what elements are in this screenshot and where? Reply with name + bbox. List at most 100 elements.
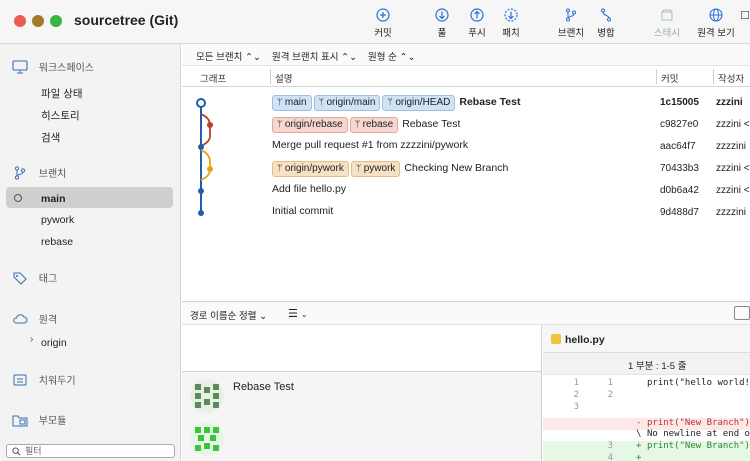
minimize-window-button[interactable] xyxy=(32,15,44,27)
commit-message: Rebase Test xyxy=(233,381,294,393)
all-branches-dropdown[interactable]: 모든 브랜치 ⌃⌄ xyxy=(196,49,261,63)
changed-files-list[interactable] xyxy=(182,325,542,371)
merge-icon xyxy=(601,8,611,22)
commit-label: 커밋 xyxy=(374,28,392,39)
filter-placeholder: 필터 xyxy=(25,446,42,456)
stash-icon xyxy=(661,9,673,21)
sidebar: 워크스페이스 파일 상태 히스토리 검색 브랜치 main pywork reb… xyxy=(0,44,181,461)
commit-author: zzzzini xyxy=(716,141,747,152)
commit-details: Rebase Test xyxy=(182,371,542,461)
branch-icon xyxy=(14,165,26,180)
branch-icon: ᛘ xyxy=(318,97,327,107)
commit-hash: 9d488d7 xyxy=(660,207,699,218)
sidebar-item-file-status[interactable]: 파일 상태 xyxy=(41,86,83,101)
commit-hash: c9827e0 xyxy=(660,119,699,130)
commit-author: zzzini xyxy=(716,97,743,108)
column-author[interactable]: 작성자 xyxy=(718,71,744,85)
column-commit[interactable]: 커밋 xyxy=(661,71,678,85)
commit-message: Checking New Branch xyxy=(404,162,509,174)
sidebar-section-tags[interactable]: 태그 xyxy=(12,270,57,285)
merge-button[interactable]: 병합 xyxy=(584,8,628,39)
commit-row[interactable]: Add file hello.py d0b6a42 zzzini < xyxy=(182,180,750,202)
commit-hash: d0b6a42 xyxy=(660,185,699,196)
fetch-button[interactable]: 패치 xyxy=(489,8,533,39)
stash-label: 스태시 xyxy=(653,28,681,39)
branch-tag[interactable]: ᛘ rebase xyxy=(349,117,399,133)
window-title: sourcetree (Git) xyxy=(74,12,179,28)
diff-line: 1 1 print("hello world!") xyxy=(573,378,750,388)
branch-tag[interactable]: ᛘ pywork xyxy=(350,161,401,177)
updown-chevron-icon: ⌃⌄ xyxy=(341,52,358,63)
search-icon xyxy=(12,447,21,456)
commit-message: Initial commit xyxy=(272,205,334,217)
column-description[interactable]: 설명 xyxy=(275,71,292,85)
avatar xyxy=(190,422,224,456)
toolbar-overflow-icon[interactable] xyxy=(740,8,750,25)
sort-by-path-dropdown[interactable]: 경로 이름순 정렬 ⌄ xyxy=(190,308,267,322)
main-panel: 모든 브랜치 ⌃⌄ 원격 브랜치 표시 ⌃⌄ 원형 순 ⌃⌄ 그래프 설명 커밋… xyxy=(182,44,750,461)
folder-icon xyxy=(12,415,28,426)
sidebar-section-stashes[interactable]: 치워두기 xyxy=(12,372,76,387)
sidebar-item-origin[interactable]: origin xyxy=(41,337,67,349)
pull-label: 풀 xyxy=(437,28,447,39)
branch-tag[interactable]: ᛘ origin/main xyxy=(313,95,381,111)
toggle-pane-button[interactable] xyxy=(734,306,750,320)
branch-tag[interactable]: ᛘ origin/HEAD xyxy=(382,95,456,111)
sidebar-item-pywork[interactable]: pywork xyxy=(41,214,74,226)
fetch-label: 패치 xyxy=(502,28,520,39)
diff-line: \ No newline at end o xyxy=(636,429,750,439)
branch-icon: ᛘ xyxy=(355,163,364,173)
chevron-right-icon[interactable]: › xyxy=(30,334,33,345)
diff-line: 22 xyxy=(573,390,613,400)
diff-line: 4 + xyxy=(543,453,750,461)
remote-view-label: 원격 보기 xyxy=(697,28,735,39)
diff-hunk-header: 1 부분 : 1-5 줄 xyxy=(543,353,750,375)
commit-message: Merge pull request #1 from zzzzini/pywor… xyxy=(272,139,469,151)
plus-circle-icon xyxy=(376,8,390,22)
diff-file-header: hello.py xyxy=(543,325,750,353)
commit-message: Rebase Test xyxy=(402,118,461,130)
sidebar-filter-input[interactable]: 필터 xyxy=(6,444,175,458)
zoom-window-button[interactable] xyxy=(50,15,62,27)
column-graph[interactable]: 그래프 xyxy=(200,71,226,85)
branch-tag[interactable]: ᛘ main xyxy=(272,95,312,111)
sidebar-item-history[interactable]: 히스토리 xyxy=(41,108,80,123)
branch-icon: ᛘ xyxy=(277,163,285,173)
commit-row[interactable]: Merge pull request #1 from zzzzini/pywor… xyxy=(182,136,750,158)
branch-icon: ᛘ xyxy=(277,119,285,129)
arrow-up-circle-icon xyxy=(470,8,484,22)
remote-view-button[interactable]: 원격 보기 xyxy=(694,8,738,39)
column-divider[interactable] xyxy=(270,69,271,84)
submodules-label: 부모듈 xyxy=(38,416,67,427)
arrow-down-circle-icon xyxy=(435,8,449,22)
commit-author: zzzzini xyxy=(716,207,747,218)
show-remote-branches-dropdown[interactable]: 원격 브랜치 표시 ⌃⌄ xyxy=(272,49,357,63)
sidebar-section-branches[interactable]: 브랜치 xyxy=(12,165,66,180)
commit-author: zzzini < xyxy=(716,185,750,196)
column-divider[interactable] xyxy=(713,69,714,84)
order-dropdown[interactable]: 원형 순 ⌃⌄ xyxy=(368,49,415,63)
branch-tag[interactable]: ᛘ origin/rebase xyxy=(272,117,348,133)
sidebar-item-search[interactable]: 검색 xyxy=(41,130,60,145)
sidebar-item-main[interactable]: main xyxy=(41,193,66,205)
sidebar-section-submodules[interactable]: 부모듈 xyxy=(12,412,66,427)
monitor-icon xyxy=(12,59,28,73)
commit-description: ᛘ origin/rebase ᛘ rebase Rebase Test xyxy=(272,117,460,133)
sidebar-section-remotes[interactable]: 원격 xyxy=(12,311,57,326)
diff-filename: hello.py xyxy=(565,334,605,346)
close-window-button[interactable] xyxy=(14,15,26,27)
commit-description: Merge pull request #1 from zzzzini/pywor… xyxy=(272,139,468,151)
commit-row[interactable]: ᛘ origin/pywork ᛘ pywork Checking New Bran… xyxy=(182,158,750,180)
commit-row[interactable]: ᛘ origin/rebase ᛘ rebase Rebase Test c9827e… xyxy=(182,114,750,136)
sidebar-item-rebase[interactable]: rebase xyxy=(41,236,73,248)
sidebar-section-workspace[interactable]: 워크스페이스 xyxy=(12,59,94,74)
commit-row[interactable]: Initial commit 9d488d7 zzzzini xyxy=(182,202,750,224)
commit-description: Add file hello.py xyxy=(272,183,346,195)
stash-button[interactable]: 스태시 xyxy=(645,8,689,39)
branch-icon: ᛘ xyxy=(354,119,363,129)
branch-tag[interactable]: ᛘ origin/pywork xyxy=(272,161,349,177)
list-view-icon[interactable]: ☰ ⌄ xyxy=(288,307,308,320)
commit-row[interactable]: ᛘ main ᛘ origin/main ᛘ origin/HEAD Rebase T… xyxy=(182,92,750,114)
commit-button[interactable]: 커밋 xyxy=(361,8,405,39)
column-divider[interactable] xyxy=(656,69,657,84)
